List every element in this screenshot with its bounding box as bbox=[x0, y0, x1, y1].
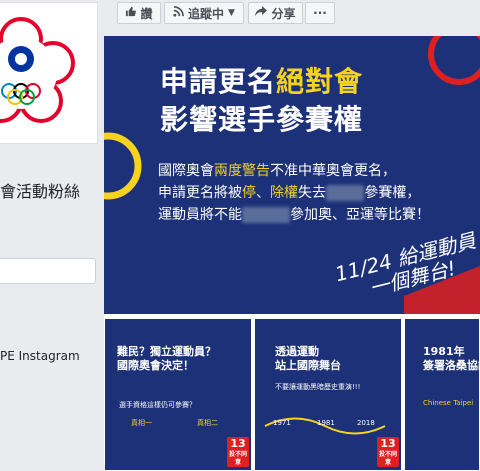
thumb-title-2: 站上國際舞台 bbox=[275, 359, 341, 372]
main-banner-image[interactable]: 申請更名絕對會 影響選手參賽權 國際奧會兩度警告不准中華奧會更名， 申請更名將被… bbox=[104, 36, 480, 314]
left-sidebar: 會活動粉絲 PE Instagram bbox=[0, 0, 104, 471]
thumb-title-2: 國際奧會決定！ bbox=[117, 359, 194, 372]
follow-label: 追蹤中 bbox=[188, 6, 225, 21]
sidebar-search-box[interactable] bbox=[0, 258, 96, 284]
page-name[interactable]: 會活動粉絲 bbox=[0, 178, 80, 202]
timeline-year-1: 1971 bbox=[273, 419, 291, 427]
follow-button[interactable]: 追蹤中 ▼ bbox=[164, 2, 244, 24]
chinese-taipei-olympic-logo-icon bbox=[0, 17, 75, 123]
vote-badge: 13 投不同意 bbox=[377, 437, 399, 467]
thumb-title-2: 簽署洛桑協議 bbox=[423, 359, 479, 372]
thumbnail-2[interactable]: 透過運動 站上國際舞台 不要讓運動黑暗歷史重演!!! 1971 1981 201… bbox=[254, 318, 402, 471]
body-line-2: 申請更名將被停、除權失去XXXX參賽權， bbox=[158, 185, 421, 201]
profile-picture[interactable] bbox=[0, 2, 98, 144]
post-image-card[interactable]: 申請更名絕對會 影響選手參賽權 國際奧會兩度警告不准中華奧會更名， 申請更名將被… bbox=[104, 36, 480, 471]
timeline-year-2: 1981 bbox=[317, 419, 335, 427]
blurred-text: XXXXX bbox=[242, 207, 290, 223]
vote-badge: 13 投不同意 bbox=[227, 437, 249, 467]
thumbnail-1[interactable]: 難民？獨立運動員？ 國際奧會決定！ 選手資格這樣仍可參賽？ 真相一 真相二 13… bbox=[104, 318, 252, 471]
headline-line-2: 影響選手參賽權 bbox=[160, 103, 364, 136]
thumb-opt-1: 真相一 bbox=[131, 419, 152, 427]
thumbs-up-icon bbox=[125, 6, 137, 20]
timeline-year-3: 2018 bbox=[357, 419, 375, 427]
share-button[interactable]: 分享 bbox=[248, 2, 303, 24]
chevron-down-icon: ▼ bbox=[228, 8, 235, 18]
blurred-text: XXXX bbox=[326, 185, 365, 201]
thumb-sub: 選手資格這樣仍可參賽？ bbox=[119, 401, 196, 409]
like-button[interactable]: 讚 bbox=[117, 2, 161, 24]
thumb-title-1: 難民？獨立運動員？ bbox=[117, 345, 216, 358]
thumbnail-3[interactable]: 1981年 簽署洛桑協議 Chinese Taipei bbox=[404, 318, 480, 471]
thumb-sub: Chinese Taipei bbox=[423, 399, 474, 407]
thumb-sub: 不要讓運動黑暗歷史重演!!! bbox=[275, 383, 361, 391]
more-label: ··· bbox=[313, 6, 327, 20]
more-options-button[interactable]: ··· bbox=[305, 2, 335, 24]
headline-line-1: 申請更名絕對會 bbox=[160, 65, 364, 98]
body-line-3: 運動員將不能XXXXX參加奧、亞運等比賽！ bbox=[158, 207, 430, 223]
thumb-opt-2: 真相二 bbox=[197, 419, 218, 427]
like-label: 讚 bbox=[140, 6, 153, 21]
share-label: 分享 bbox=[271, 6, 296, 21]
share-arrow-icon bbox=[255, 6, 268, 20]
instagram-link[interactable]: PE Instagram bbox=[0, 349, 80, 363]
body-line-1: 國際奧會兩度警告不准中華奧會更名， bbox=[158, 163, 396, 179]
rss-feed-icon bbox=[173, 6, 184, 20]
thumb-title-1: 透過運動 bbox=[275, 345, 319, 358]
thumb-title-1: 1981年 bbox=[423, 345, 465, 358]
